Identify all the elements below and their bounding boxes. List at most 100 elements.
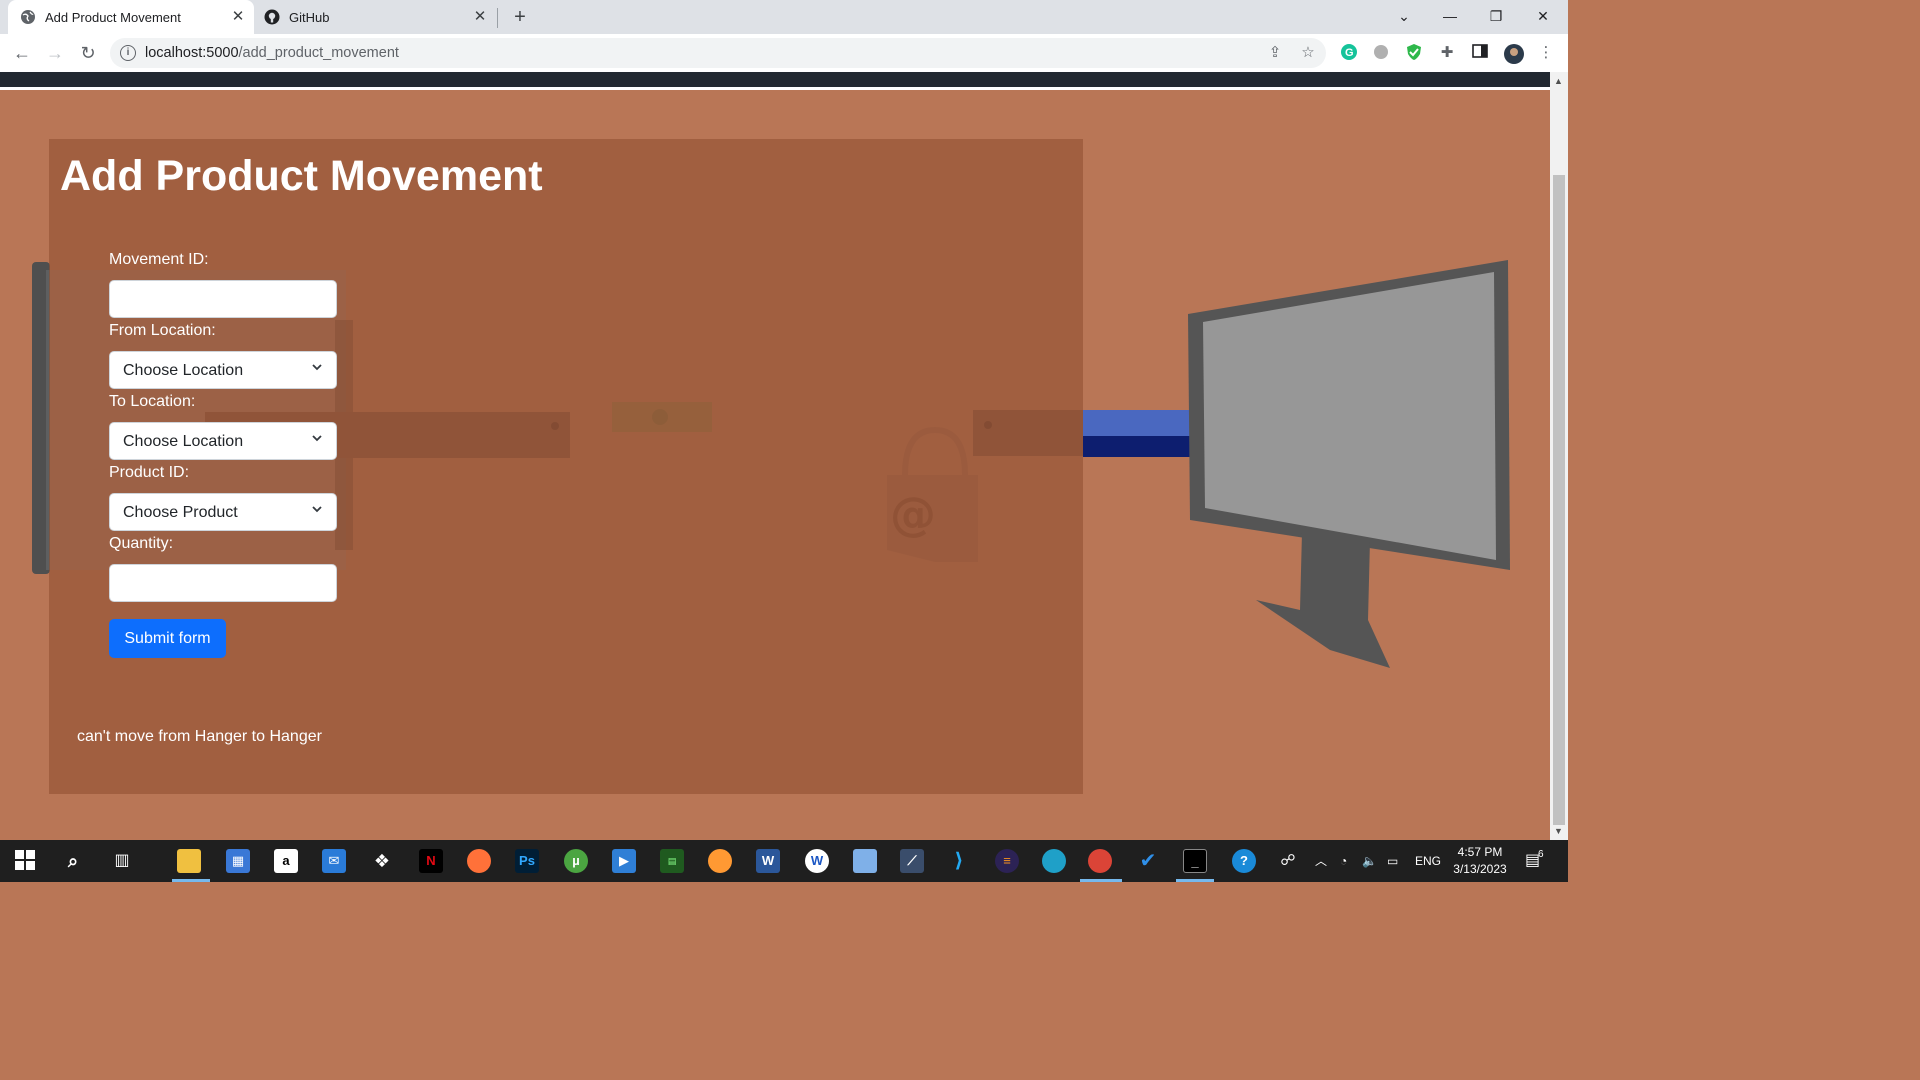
reload-button[interactable]: ↻ [76, 41, 100, 65]
chevron-down-icon [312, 506, 322, 513]
file-explorer-icon[interactable] [177, 849, 201, 873]
mail-icon[interactable]: ✉ [322, 849, 346, 873]
search-icon[interactable]: ⌕ [61, 849, 85, 873]
netflix-icon[interactable]: N [419, 849, 443, 873]
dropbox-icon[interactable]: ❖ [370, 849, 394, 873]
amazon-icon[interactable]: a [274, 849, 298, 873]
restore-button[interactable]: ❐ [1473, 0, 1519, 34]
page-content: @ Add Product Movement Movement ID: From… [0, 90, 1550, 840]
video-icon[interactable]: ▶ [612, 849, 636, 873]
chevron-down-icon [312, 364, 322, 371]
error-message: can't move from Hanger to Hanger [77, 728, 322, 745]
svg-text:G: G [1345, 47, 1354, 59]
utorrent-icon[interactable]: µ [564, 849, 588, 873]
clock-date: 3/13/2023 [1453, 862, 1507, 876]
show-hidden-icon[interactable]: ︿ [1315, 840, 1327, 882]
to-location-select[interactable]: Choose Location [109, 422, 337, 460]
browser-tab-bar: Add Product Movement ✕ GitHub ✕ + ⌄ — ❐ … [0, 0, 1568, 34]
grammarly-icon[interactable]: G [1339, 43, 1359, 63]
scroll-down-icon[interactable]: ▼ [1554, 826, 1563, 836]
to-location-selected: Choose Location [123, 433, 244, 450]
product-id-label: Product ID: [109, 464, 190, 481]
from-location-selected: Choose Location [123, 362, 244, 379]
url-text[interactable]: localhost:5000/add_product_movement [145, 45, 399, 61]
windows-taskbar: ⌕ ▥ ▦ a ✉ ❖ N Ps µ ▶ ▤ W W ⟋ ⟩ ≡ ✔ _ ? ☍… [0, 840, 1568, 882]
tab-add-product-movement[interactable]: Add Product Movement ✕ [8, 0, 254, 34]
vscode-icon[interactable]: ⟩ [947, 849, 971, 873]
tab-separator [497, 8, 498, 28]
active-app-indicator [1176, 879, 1214, 882]
page-title: Add Product Movement [60, 152, 543, 200]
wifi-icon[interactable]: ◔ [1340, 840, 1347, 882]
clock[interactable]: 4:57 PM 3/13/2023 [1450, 844, 1510, 878]
scrollbar-thumb[interactable] [1553, 175, 1565, 825]
terminal-green-icon[interactable]: ▤ [660, 849, 684, 873]
help-icon[interactable]: ? [1232, 849, 1256, 873]
globe-icon [20, 9, 36, 25]
share-icon[interactable]: ⇪ [1265, 43, 1285, 63]
bookmark-star-icon[interactable]: ☆ [1298, 43, 1318, 63]
tab-title: GitHub [289, 9, 330, 25]
start-icon[interactable] [13, 849, 37, 873]
from-location-label: From Location: [109, 322, 216, 339]
quantity-input[interactable] [109, 564, 337, 602]
clock-time: 4:57 PM [1457, 845, 1503, 859]
chevron-down-icon [312, 435, 322, 442]
product-select[interactable]: Choose Product [109, 493, 337, 531]
submit-button[interactable]: Submit form [109, 619, 226, 658]
notification-count: 6 [1538, 849, 1544, 860]
cmd-icon[interactable]: _ [1183, 849, 1207, 873]
app-w-icon[interactable]: W [805, 849, 829, 873]
people-icon[interactable]: ☍ [1276, 849, 1300, 873]
address-bar[interactable]: i localhost:5000/add_product_movement [110, 38, 1326, 68]
menu-kebab-icon[interactable]: ⋮ [1536, 43, 1556, 63]
page-navbar [0, 72, 1550, 87]
volume-icon[interactable]: 🔈 [1362, 840, 1377, 882]
quantity-label: Quantity: [109, 535, 174, 552]
firefox-icon[interactable] [467, 849, 491, 873]
shield-icon[interactable] [1404, 43, 1424, 63]
page-scrollbar[interactable]: ▲ ▼ [1550, 72, 1568, 840]
sublime-icon[interactable] [708, 849, 732, 873]
extension-cat-icon[interactable] [1371, 43, 1391, 63]
edge-icon[interactable] [1042, 849, 1066, 873]
forward-button[interactable]: → [43, 41, 67, 65]
side-panel-icon[interactable] [1470, 43, 1490, 63]
chrome-icon[interactable] [1088, 849, 1112, 873]
todo-icon[interactable]: ✔ [1136, 849, 1160, 873]
url-path: /add_product_movement [238, 45, 399, 61]
url-host: localhost:5000 [145, 45, 239, 61]
tab-search-icon[interactable]: ⌄ [1381, 0, 1427, 34]
github-icon [264, 9, 280, 25]
eclipse-icon[interactable]: ≡ [995, 849, 1019, 873]
active-app-indicator [1080, 879, 1122, 882]
movement-id-input[interactable] [109, 280, 337, 318]
product-selected: Choose Product [123, 504, 238, 521]
movement-id-label: Movement ID: [109, 251, 209, 268]
from-location-select[interactable]: Choose Location [109, 351, 337, 389]
tab-title: Add Product Movement [45, 9, 181, 25]
minimize-button[interactable]: — [1427, 0, 1473, 34]
close-window-button[interactable]: ✕ [1520, 0, 1566, 34]
form-panel [49, 139, 1083, 794]
scroll-up-icon[interactable]: ▲ [1554, 76, 1563, 86]
language-indicator[interactable]: ENG [1415, 840, 1441, 882]
battery-icon[interactable]: ▭ [1387, 840, 1398, 882]
photoshop-icon[interactable]: Ps [515, 849, 539, 873]
to-location-label: To Location: [109, 393, 196, 410]
active-app-indicator [172, 879, 210, 882]
db-icon[interactable]: ⟋ [900, 849, 924, 873]
back-button[interactable]: ← [10, 41, 34, 65]
close-tab-icon[interactable]: ✕ [472, 9, 488, 25]
extensions-puzzle-icon[interactable]: ✚ [1437, 43, 1457, 63]
word-icon[interactable]: W [756, 849, 780, 873]
profile-avatar[interactable] [1503, 43, 1524, 64]
new-tab-button[interactable]: + [508, 5, 532, 29]
task-view-icon[interactable]: ▥ [110, 849, 134, 873]
tab-github[interactable]: GitHub ✕ [256, 0, 496, 34]
store-icon[interactable]: ▦ [226, 849, 250, 873]
box-icon[interactable] [853, 849, 877, 873]
right-monitor-stand [1256, 532, 1390, 668]
close-tab-icon[interactable]: ✕ [230, 9, 246, 25]
site-info-icon[interactable]: i [120, 45, 136, 61]
